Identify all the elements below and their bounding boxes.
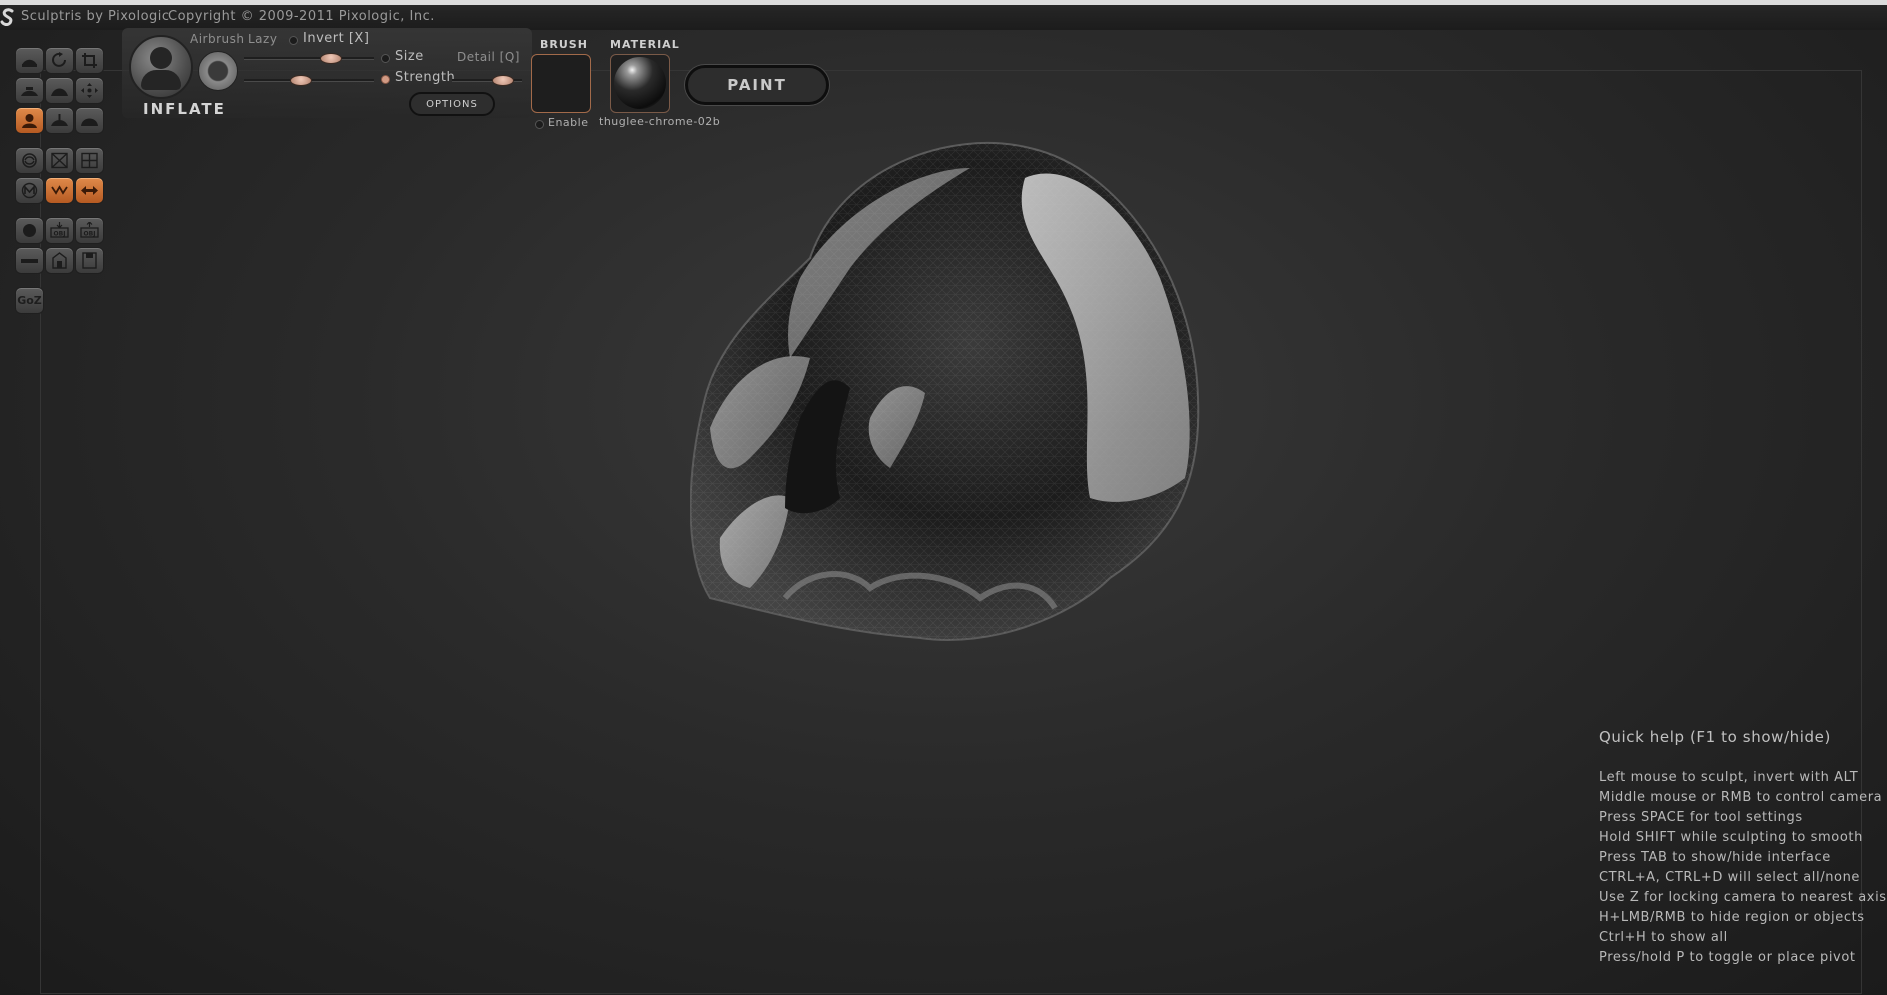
new-plane-button[interactable] [15, 247, 44, 274]
tool-name: INFLATE [143, 100, 226, 118]
detail-slider-knob[interactable] [492, 75, 514, 86]
wireframe-toggle-icon [21, 182, 38, 199]
goz-button[interactable]: GoZ [15, 287, 44, 314]
wireframe-toggle-button[interactable] [15, 177, 44, 204]
reduce-brush-icon [22, 153, 37, 168]
title-bar: Sculptris by Pixologic Copyright © 2009-… [0, 0, 1887, 30]
copyright-text: Copyright © 2009-2011 Pixologic, Inc. [168, 9, 435, 24]
material-slot[interactable] [610, 54, 670, 113]
inflate-tool-icon [22, 114, 37, 128]
brush-texture-slot[interactable] [531, 54, 591, 113]
falloff-knob[interactable] [198, 51, 238, 91]
export-obj-icon: OBJ [80, 222, 99, 238]
mirror-arrows-icon [81, 186, 98, 195]
svg-text:OBJ: OBJ [54, 231, 66, 238]
reduce-brush-button[interactable] [15, 147, 44, 174]
import-obj-icon: OBJ [50, 222, 69, 238]
app-title: Sculptris by Pixologic [21, 9, 170, 24]
inflate-head-icon [150, 47, 172, 69]
size-radio[interactable] [381, 54, 390, 63]
grab-move-icon [81, 83, 98, 98]
symmetry-grid-button[interactable] [75, 147, 104, 174]
save-file-icon [82, 252, 97, 269]
flatten-tool-icon [21, 87, 38, 96]
symmetry-grid-icon [81, 152, 98, 169]
paint-mode-button[interactable]: PAINT [685, 65, 829, 105]
pinch-tool-icon [51, 114, 68, 126]
brush-enable-label: Enable [548, 116, 589, 129]
material-name: thuglee-chrome-02b [599, 115, 721, 128]
smooth-tool-button[interactable] [75, 107, 104, 134]
svg-text:OBJ: OBJ [84, 231, 96, 238]
quick-help-line: Hold SHIFT while sculpting to smooth [1599, 830, 1863, 845]
mirror-arrows-button[interactable] [75, 177, 104, 204]
strength-slider-knob[interactable] [290, 75, 312, 86]
pinch-tool-button[interactable] [45, 107, 74, 134]
material-section-title: MATERIAL [610, 38, 680, 51]
detail-label: Detail [Q] [457, 50, 520, 64]
zigzag-symmetry-icon [51, 185, 68, 195]
export-obj-button[interactable]: OBJ [75, 217, 104, 244]
crease-tool-icon [51, 88, 68, 96]
save-file-button[interactable] [75, 247, 104, 274]
zigzag-symmetry-button[interactable] [45, 177, 74, 204]
crop-tool-button[interactable] [75, 47, 104, 74]
brush-section-title: BRUSH [540, 38, 588, 51]
quick-help-line: Ctrl+H to show all [1599, 930, 1728, 945]
quick-help-line: CTRL+A, CTRL+D will select all/none [1599, 870, 1861, 885]
quick-help-line: Press SPACE for tool settings [1599, 810, 1803, 825]
airbrush-toggle[interactable]: Airbrush [190, 32, 245, 46]
inflate-tool-button[interactable] [15, 107, 44, 134]
quick-help-line: Press TAB to show/hide interface [1599, 850, 1831, 865]
sculpt-head-model[interactable] [690, 128, 1210, 658]
rotate-tool-button[interactable] [45, 47, 74, 74]
size-slider[interactable] [244, 57, 374, 60]
new-sphere-icon [23, 224, 36, 237]
size-label: Size [395, 49, 424, 64]
quick-help-title: Quick help (F1 to show/hide) [1599, 728, 1831, 746]
brush-enable-radio[interactable] [535, 120, 544, 129]
mask-icon [51, 152, 68, 169]
new-plane-icon [21, 259, 38, 263]
smooth-tool-icon [81, 118, 98, 126]
invert-radio[interactable] [289, 36, 298, 45]
options-button[interactable]: OPTIONS [409, 92, 495, 116]
draw-tool-icon [22, 59, 37, 67]
quick-help-line: Press/hold P to toggle or place pivot [1599, 950, 1856, 965]
size-slider-knob[interactable] [320, 53, 342, 64]
open-file-button[interactable] [45, 247, 74, 274]
brush-thumbnail[interactable] [129, 35, 193, 99]
import-obj-button[interactable]: OBJ [45, 217, 74, 244]
rotate-tool-icon [52, 52, 66, 67]
chrome-material-ball [614, 57, 666, 109]
draw-tool-button[interactable] [15, 47, 44, 74]
quick-help-panel: Quick help (F1 to show/hide) Left mouse … [1599, 728, 1887, 968]
strength-label: Strength [395, 70, 456, 85]
flatten-tool-button[interactable] [15, 77, 44, 104]
new-sphere-button[interactable] [15, 217, 44, 244]
quick-help-line: H+LMB/RMB to hide region or objects [1599, 910, 1865, 925]
quick-help-line: Use Z for locking camera to nearest axis [1599, 890, 1887, 905]
sculptris-logo-icon [0, 8, 14, 26]
invert-label: Invert [X] [303, 31, 370, 46]
mask-button[interactable] [45, 147, 74, 174]
crease-tool-button[interactable] [45, 77, 74, 104]
open-file-icon [52, 252, 67, 269]
strength-radio[interactable] [381, 75, 390, 84]
quick-help-line: Middle mouse or RMB to control camera [1599, 790, 1883, 805]
crop-tool-icon [82, 53, 97, 68]
quick-help-line: Left mouse to sculpt, invert with ALT [1599, 770, 1859, 785]
grab-move-button[interactable] [75, 77, 104, 104]
lazy-toggle[interactable]: Lazy [248, 32, 277, 46]
